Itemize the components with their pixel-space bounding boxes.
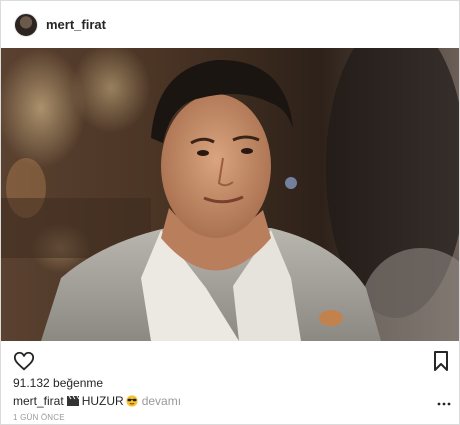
post-photo[interactable] xyxy=(1,48,459,341)
caption-more-link[interactable]: devamı xyxy=(142,394,181,408)
more-options-icon[interactable] xyxy=(437,401,451,407)
post-card: mert_firat 91.132 beğenme mert_firat HUZ… xyxy=(0,0,460,425)
likes-count[interactable]: 91.132 beğenme xyxy=(13,376,103,390)
header-username[interactable]: mert_firat xyxy=(46,17,106,32)
avatar[interactable] xyxy=(14,13,38,37)
clapperboard-icon xyxy=(66,396,79,406)
heart-icon[interactable] xyxy=(13,350,35,372)
bookmark-icon[interactable] xyxy=(433,351,449,371)
sunglasses-emoji-icon xyxy=(126,395,138,407)
caption: mert_firat HUZUR devamı xyxy=(13,394,181,408)
portrait-photo xyxy=(1,48,459,341)
caption-text: HUZUR xyxy=(81,394,124,408)
post-timestamp[interactable]: 1 GÜN ÖNCE xyxy=(13,413,65,422)
post-header: mert_firat xyxy=(1,1,459,47)
post-actions xyxy=(1,347,459,375)
caption-username[interactable]: mert_firat xyxy=(13,394,64,408)
